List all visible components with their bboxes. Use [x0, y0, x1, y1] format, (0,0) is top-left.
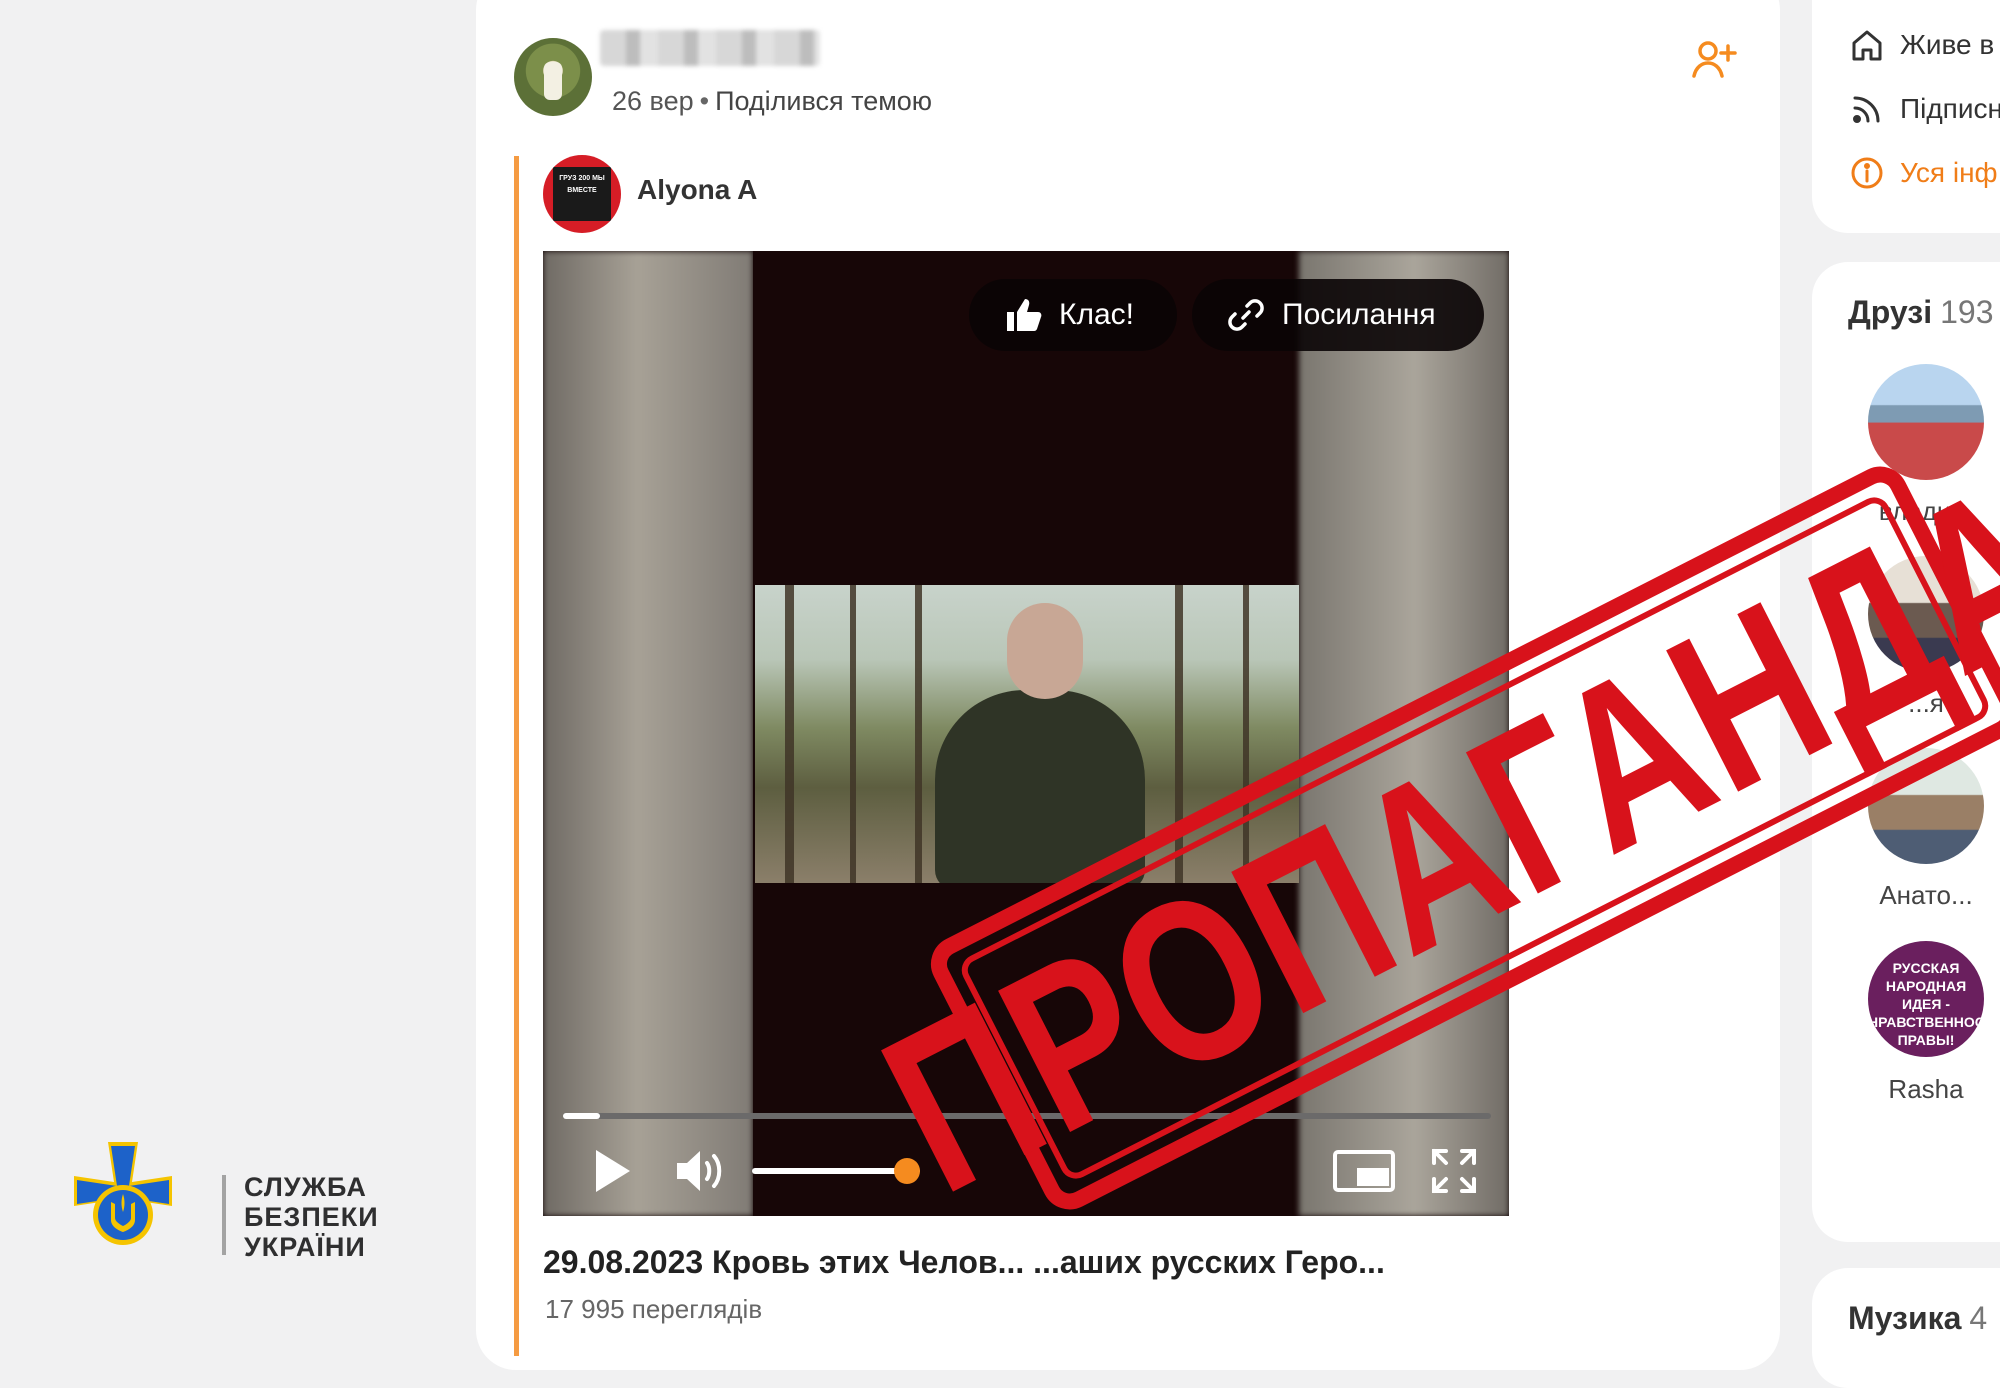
link-icon — [1228, 299, 1264, 331]
post-date[interactable]: 26 вер — [612, 86, 694, 116]
add-friend-icon[interactable] — [1690, 36, 1738, 84]
friends-title-label: Друзі — [1848, 294, 1933, 330]
miniplayer-icon[interactable] — [1333, 1150, 1395, 1192]
friend-name[interactable]: Rasha — [1846, 1074, 2000, 1105]
sbu-wordmark: СЛУЖБА БЕЗПЕКИ УКРАЇНИ — [244, 1172, 379, 1262]
group-avatar[interactable]: ГРУЗ 200 МЫ ВМЕСТЕ — [543, 155, 621, 233]
video-title[interactable]: 29.08.2023 Кровь этих Челов... ...аших р… — [543, 1244, 1509, 1281]
volume-slider-knob[interactable] — [893, 1158, 920, 1184]
friend-name[interactable]: Анато... — [1846, 880, 2000, 911]
video-views: 17 995 переглядів — [545, 1294, 763, 1324]
logo-line-1: СЛУЖБА — [244, 1172, 367, 1202]
tree — [850, 585, 856, 883]
sidebar-item-label: Підписн — [1900, 93, 2000, 124]
video-progress-fill — [563, 1113, 601, 1119]
play-icon[interactable] — [592, 1148, 632, 1194]
logo-divider — [222, 1175, 226, 1255]
tree — [915, 585, 922, 883]
post-meta: 26 вер • Поділився темою — [612, 86, 932, 117]
music-section-title[interactable]: Музика 4 — [1848, 1300, 1987, 1337]
music-count: 4 — [1969, 1300, 1988, 1336]
rss-icon — [1853, 96, 1880, 123]
sidebar-item-all-info[interactable]: Уся інф — [1850, 156, 1998, 190]
sbu-emblem-icon — [48, 1140, 198, 1290]
fullscreen-icon[interactable] — [1430, 1147, 1478, 1195]
info-icon — [1851, 157, 1883, 189]
logo-line-2: БЕЗПЕКИ — [244, 1202, 379, 1232]
like-button[interactable]: Клас! — [969, 279, 1177, 351]
rasha-avatar-text: РУССКАЯ НАРОДНАЯ ИДЕЯ - НРАВСТВЕННОСТЬ, … — [1868, 960, 1984, 1048]
sidebar-item-subscriptions[interactable]: Підписн — [1850, 92, 2000, 126]
friends-section-title[interactable]: Друзі 193 — [1848, 294, 1993, 331]
post-action: Поділився темою — [715, 86, 933, 116]
sidebar-item-lives-in[interactable]: Живе в — [1850, 28, 1994, 62]
friend-avatar-rasha[interactable]: РУССКАЯ НАРОДНАЯ ИДЕЯ - НРАВСТВЕННОСТЬ, … — [1868, 941, 1984, 1057]
sidebar-item-label: Уся інф — [1900, 157, 1998, 188]
group-avatar-text: ГРУЗ 200 МЫ ВМЕСТЕ — [553, 167, 611, 221]
video-blur-left — [543, 251, 753, 1216]
link-label: Посилання — [1282, 298, 1436, 331]
group-name[interactable]: Alyona A — [637, 174, 757, 206]
author-name-blurred[interactable] — [600, 30, 820, 66]
tree — [785, 585, 794, 883]
home-icon — [1852, 30, 1882, 61]
volume-icon[interactable] — [675, 1148, 725, 1194]
shared-quote-bar — [514, 156, 519, 1356]
music-title-label: Музика — [1848, 1300, 1962, 1336]
logo-line-3: УКРАЇНИ — [244, 1232, 366, 1262]
sidebar-item-label: Живе в — [1900, 29, 1995, 60]
person-head — [1007, 603, 1083, 699]
thumbs-up-icon — [1007, 299, 1042, 331]
like-label: Клас! — [1059, 298, 1134, 331]
author-avatar[interactable] — [514, 38, 592, 116]
link-button[interactable]: Посилання — [1192, 279, 1484, 351]
friends-count: 193 — [1940, 294, 1994, 330]
meta-separator: • — [699, 86, 710, 116]
